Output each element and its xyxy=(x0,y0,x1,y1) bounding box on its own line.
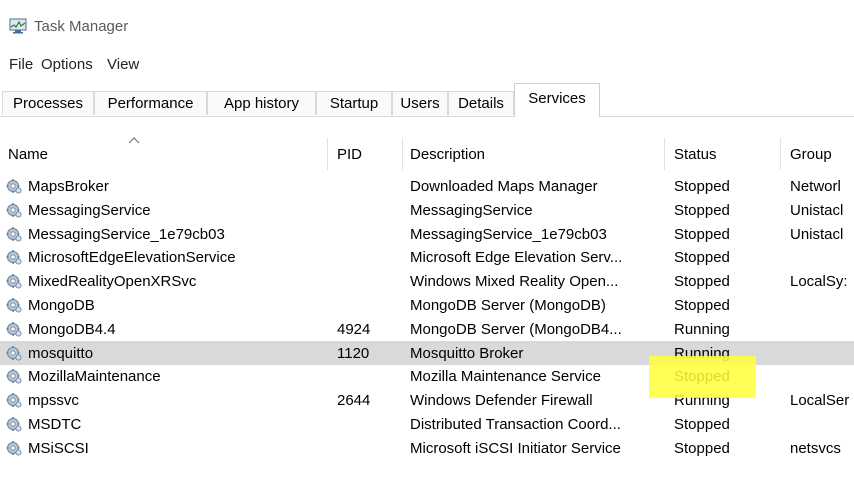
cell-status: Running xyxy=(674,320,730,338)
service-gear-icon xyxy=(6,321,22,337)
cell-group: LocalSer xyxy=(790,392,850,410)
cell-status: Stopped xyxy=(674,439,730,457)
cell-name: MozillaMaintenance xyxy=(28,368,161,386)
cell-name: MongoDB xyxy=(28,297,95,314)
column-header-name[interactable]: Name xyxy=(8,146,48,163)
service-gear-icon xyxy=(6,392,22,408)
cell-description: Distributed Transaction Coord... xyxy=(410,416,621,433)
table-row[interactable]: MessagingService MessagingService Stopped U… xyxy=(0,198,854,222)
table-row[interactable]: MapsBroker Downloaded Maps Manager Stopped… xyxy=(0,174,854,198)
cell-description: Windows Defender Firewall xyxy=(410,392,593,410)
cell-status: Stopped xyxy=(674,178,730,195)
cell-name: MixedRealityOpenXRSvc xyxy=(28,273,197,291)
tab-details[interactable]: Details xyxy=(448,91,514,115)
tab-services[interactable]: Services xyxy=(514,83,600,117)
cell-name: MongoDB4.4 xyxy=(28,320,116,338)
menu-options[interactable]: Options xyxy=(41,56,93,73)
column-separator[interactable] xyxy=(664,138,665,170)
cell-name: MicrosoftEdgeElevationService xyxy=(28,249,236,267)
cell-status: Stopped xyxy=(674,297,730,314)
cell-pid: 2644 xyxy=(337,392,371,410)
cell-description: Mosquitto Broker xyxy=(410,344,524,362)
table-row[interactable]: MongoDB4.4 4924 MongoDB Server (MongoDB4..… xyxy=(0,317,854,341)
task-manager-icon xyxy=(9,18,27,34)
service-gear-icon xyxy=(6,178,22,194)
table-row[interactable]: MixedRealityOpenXRSvc Windows Mixed Reali… xyxy=(0,269,854,293)
cell-description: MessagingService_1e79cb03 xyxy=(410,225,607,243)
table-row[interactable]: MicrosoftEdgeElevationService Microsoft E… xyxy=(0,245,854,269)
tab-app-history[interactable]: App history xyxy=(207,91,316,115)
cell-group: LocalSy: xyxy=(790,273,848,291)
tab-performance[interactable]: Performance xyxy=(94,91,207,115)
title-bar: Task Manager xyxy=(0,0,854,58)
services-table: Name PID Description Status Group MapsBr… xyxy=(0,137,854,504)
tab-processes[interactable]: Processes xyxy=(2,91,94,115)
cell-group: netsvcs xyxy=(790,439,841,457)
service-gear-icon xyxy=(6,249,22,265)
column-separator[interactable] xyxy=(402,138,403,170)
window-title: Task Manager xyxy=(34,18,129,35)
cell-group: Unistacl xyxy=(790,225,844,243)
cell-description: Microsoft iSCSI Initiator Service xyxy=(410,439,621,457)
service-gear-icon xyxy=(6,368,22,384)
column-header-status[interactable]: Status xyxy=(674,146,717,163)
service-gear-icon xyxy=(6,202,22,218)
cell-name: mosquitto xyxy=(28,344,94,362)
service-gear-icon xyxy=(6,226,22,242)
cell-name: mpssvc xyxy=(28,392,79,410)
cell-description: MessagingService xyxy=(410,201,533,219)
cell-name: MSDTC xyxy=(28,416,82,433)
cell-description: Mozilla Maintenance Service xyxy=(410,368,601,386)
cell-name: MapsBroker xyxy=(28,178,109,195)
cell-name: MSiSCSI xyxy=(28,439,89,457)
menu-view[interactable]: View xyxy=(107,56,139,73)
table-row[interactable]: MessagingService_1e79cb03 MessagingServic… xyxy=(0,222,854,246)
tab-strip: Processes Performance App history Startu… xyxy=(0,83,854,117)
service-gear-icon xyxy=(6,297,22,313)
cell-status: Stopped xyxy=(674,416,730,433)
cell-name: MessagingService xyxy=(28,201,151,219)
cell-description: Microsoft Edge Elevation Serv... xyxy=(410,249,623,267)
service-gear-icon xyxy=(6,440,22,456)
table-row[interactable]: MSiSCSI Microsoft iSCSI Initiator Service… xyxy=(0,436,854,460)
column-header-group[interactable]: Group xyxy=(790,146,832,163)
tab-users[interactable]: Users xyxy=(392,91,448,115)
column-separator[interactable] xyxy=(327,138,328,170)
service-gear-icon xyxy=(6,345,22,361)
service-gear-icon xyxy=(6,273,22,289)
table-header: Name PID Description Status Group xyxy=(0,138,854,170)
cell-status: Stopped xyxy=(674,273,730,291)
cell-group: Networl xyxy=(790,178,841,195)
cell-name: MessagingService_1e79cb03 xyxy=(28,225,225,243)
cell-description: Downloaded Maps Manager xyxy=(410,178,598,195)
cell-pid: 4924 xyxy=(337,320,371,338)
cell-description: Windows Mixed Reality Open... xyxy=(410,273,619,291)
column-header-pid[interactable]: PID xyxy=(337,146,362,163)
cell-description: MongoDB Server (MongoDB4... xyxy=(410,320,622,338)
menu-bar: File Options View xyxy=(0,56,854,78)
cell-status: Stopped xyxy=(674,201,730,219)
cell-pid: 1120 xyxy=(337,344,370,362)
service-gear-icon xyxy=(6,416,22,432)
column-header-description[interactable]: Description xyxy=(410,146,485,163)
cell-description: MongoDB Server (MongoDB) xyxy=(410,297,606,314)
column-separator[interactable] xyxy=(780,138,781,170)
cell-group: Unistacl xyxy=(790,201,844,219)
tab-startup[interactable]: Startup xyxy=(316,91,392,115)
tab-strip-divider xyxy=(0,116,854,117)
cell-status: Stopped xyxy=(674,225,730,243)
status-highlight xyxy=(649,356,756,398)
cell-status: Stopped xyxy=(674,249,730,267)
table-row[interactable]: MongoDB MongoDB Server (MongoDB) Stopped xyxy=(0,293,854,317)
table-row[interactable]: MSDTC Distributed Transaction Coord... Sto… xyxy=(0,412,854,436)
menu-file[interactable]: File xyxy=(9,56,33,73)
